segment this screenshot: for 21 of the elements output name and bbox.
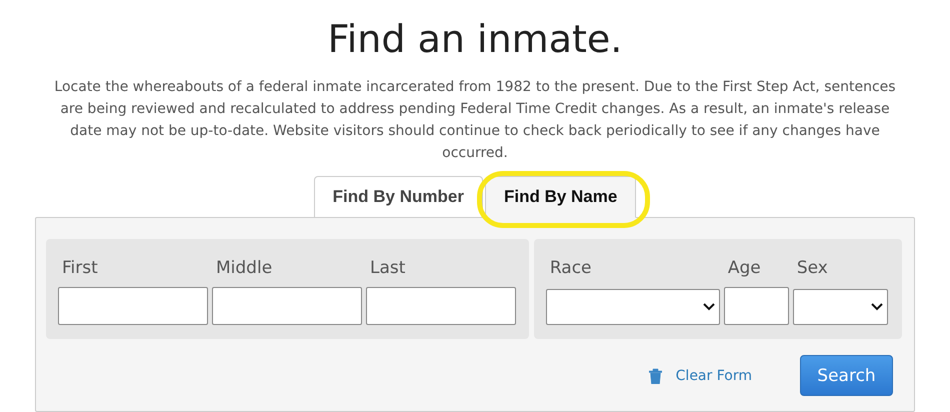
chevron-down-icon <box>702 303 715 311</box>
clear-form-link[interactable]: Clear Form <box>648 368 752 384</box>
input-field[interactable] <box>724 287 789 325</box>
intro-paragraph: Locate the whereabouts of a federal inmate incarcerated from 1982 to the present. Due to the First Step Act, sentences are being reviewed and recalculated to address pending Federal Time Credit changes. As a result, an inmate's release date may not be up-to-date. Website visitors should continue to check back periodically to see if any changes have occurred. <box>53 78 897 163</box>
dropdown-field[interactable] <box>546 289 720 325</box>
input-field[interactable] <box>58 287 208 325</box>
chevron-down-icon <box>870 303 883 311</box>
field-label: Race <box>548 257 593 280</box>
input-field[interactable] <box>366 287 516 325</box>
dropdown-field[interactable] <box>792 289 888 325</box>
field-label: Middle <box>215 257 274 280</box>
search-button[interactable]: Search <box>800 355 893 396</box>
trash-icon <box>648 368 662 384</box>
field-label: Sex <box>796 257 829 280</box>
input-field[interactable] <box>212 287 362 325</box>
field-label: Age <box>726 257 762 280</box>
tab[interactable]: Find By Name <box>484 176 636 218</box>
page-title: Find an inmate. <box>328 16 622 63</box>
field-label: First <box>61 257 99 280</box>
tab[interactable]: Find By Number <box>314 176 483 218</box>
field-label: Last <box>369 257 406 280</box>
